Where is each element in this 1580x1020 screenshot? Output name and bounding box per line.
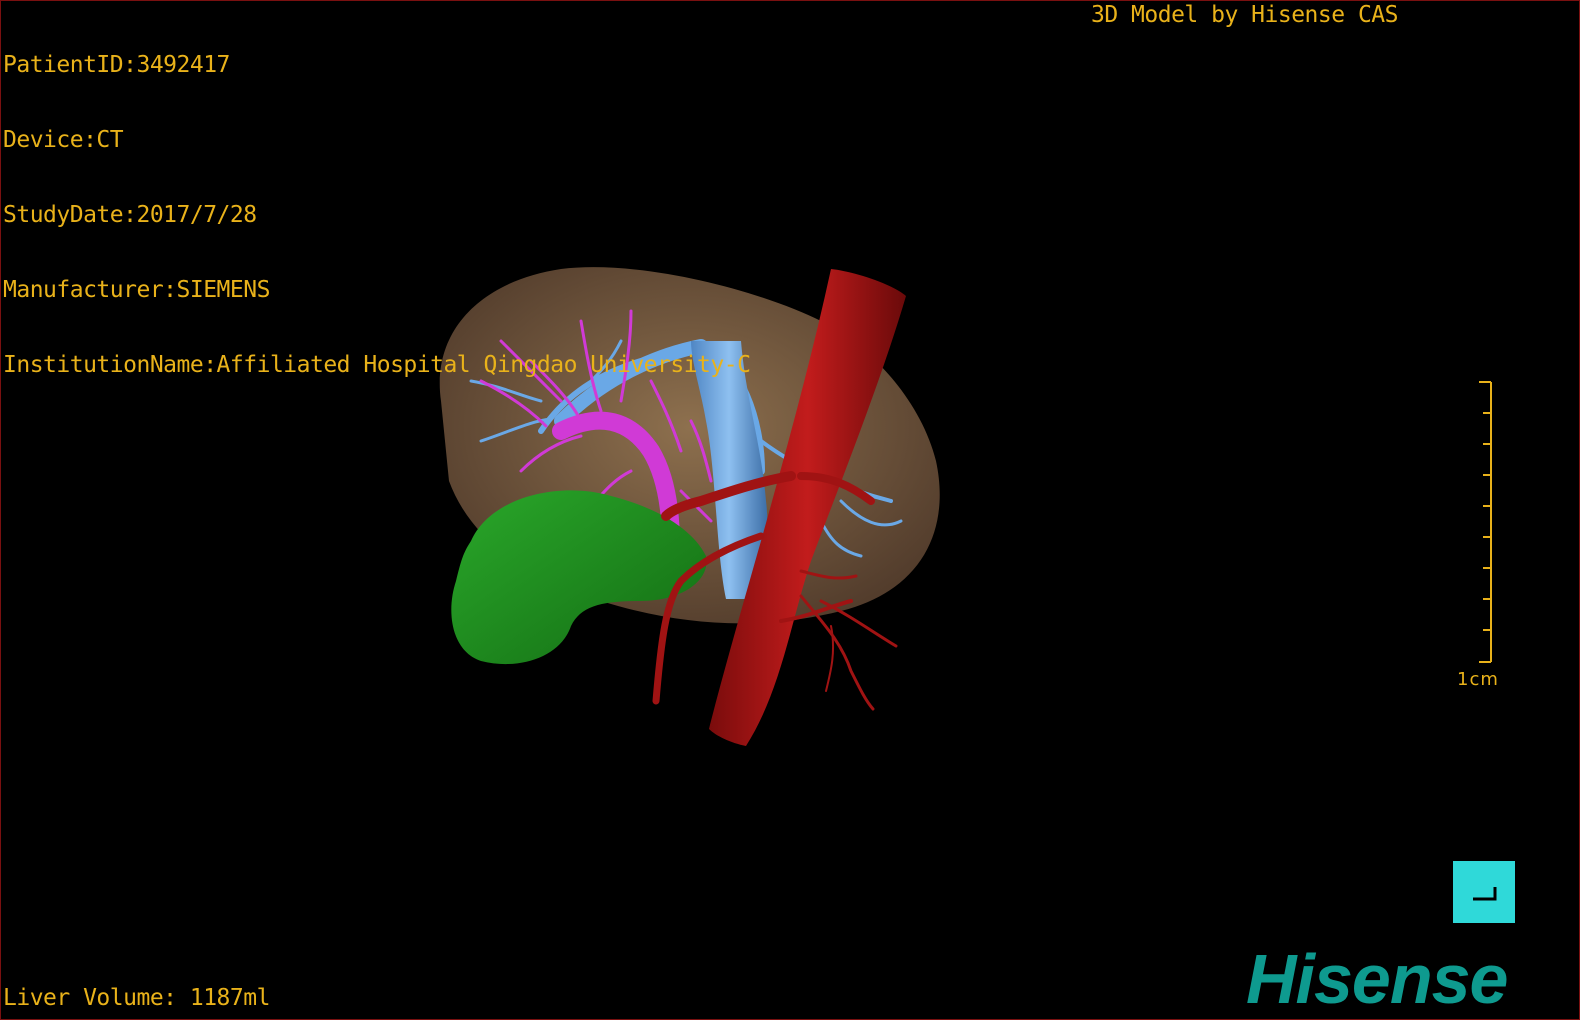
hisense-logo: Hisense bbox=[1246, 940, 1508, 1018]
study-date-text: StudyDate:2017/7/28 bbox=[3, 202, 257, 228]
device-text: Device:CT bbox=[3, 127, 124, 153]
liver-volume-text: Liver Volume: 1187ml bbox=[3, 985, 270, 1011]
model-credit-text: 3D Model by Hisense CAS bbox=[1091, 2, 1399, 28]
manufacturer-text: Manufacturer:SIEMENS bbox=[3, 277, 270, 303]
dicom-info-overlay: PatientID:3492417 Device:CT StudyDate:20… bbox=[3, 3, 751, 428]
scale-bar bbox=[1479, 381, 1492, 663]
corner-toggle-button[interactable] bbox=[1453, 861, 1515, 923]
scale-bar-label: 1cm bbox=[1457, 669, 1499, 690]
corner-arrow-icon bbox=[1473, 887, 1497, 901]
institution-text: InstitutionName:Affiliated Hospital Qing… bbox=[3, 352, 751, 378]
patient-id-text: PatientID:3492417 bbox=[3, 52, 230, 78]
viewer-frame: PatientID:3492417 Device:CT StudyDate:20… bbox=[0, 0, 1580, 1020]
